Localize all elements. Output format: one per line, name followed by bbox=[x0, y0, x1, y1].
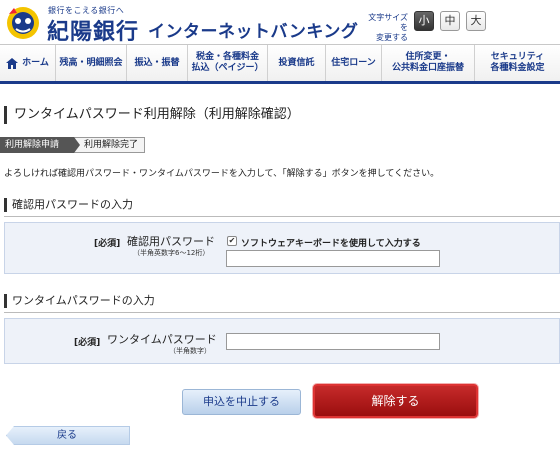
nav-item-housing-loan-label: 住宅ローン bbox=[331, 57, 376, 68]
nav-item-pay-easy-label2: 払込（ペイジー） bbox=[191, 63, 264, 73]
release-button[interactable]: 解除する bbox=[313, 384, 478, 418]
nav-item-balance[interactable]: 残高・明細照会 bbox=[56, 45, 127, 81]
fontsize-large-button[interactable]: 大 bbox=[466, 11, 486, 31]
page-title: ワンタイムパスワード利用解除（利用解除確認） bbox=[4, 106, 300, 124]
confirm-password-input[interactable] bbox=[226, 250, 440, 267]
required-badge: [必須] bbox=[94, 239, 121, 249]
otp-section-title: ワンタイムパスワードの入力 bbox=[4, 294, 155, 308]
nav-item-investment-trust[interactable]: 投資信託 bbox=[268, 45, 326, 81]
confirm-password-section-title: 確認用パスワードの入力 bbox=[4, 198, 133, 212]
nav-item-security-label2: 各種料金設定 bbox=[490, 63, 545, 73]
instruction-text: よろしければ確認用パスワード・ワンタイムパスワードを入力して、「解除する」ボタン… bbox=[4, 169, 440, 179]
step-complete: 利用解除完了 bbox=[74, 137, 146, 153]
fontsize-label-line1: 文字サイズを bbox=[368, 13, 408, 32]
otp-hint: （半角数字） bbox=[169, 347, 211, 355]
nav-item-security[interactable]: セキュリティ 各種料金設定 bbox=[475, 45, 560, 81]
nav-item-pay-easy[interactable]: 税金・各種料金 払込（ペイジー） bbox=[188, 45, 268, 81]
service-name: インターネットバンキング bbox=[148, 22, 359, 42]
software-keyboard-label[interactable]: ソフトウェアキーボードを使用して入力する bbox=[241, 236, 421, 249]
nav-item-investment-trust-label: 投資信託 bbox=[278, 57, 315, 68]
fontsize-small-button[interactable]: 小 bbox=[414, 11, 434, 31]
nav-item-pay-easy-label1: 税金・各種料金 bbox=[195, 52, 259, 62]
step-application: 利用解除申請 bbox=[0, 137, 80, 153]
nav-item-security-label1: セキュリティ bbox=[490, 52, 545, 62]
nav-item-balance-label: 残高・明細照会 bbox=[59, 57, 123, 68]
main-nav: ホーム 残高・明細照会 振込・振替 税金・各種料金 払込（ペイジー） 投資信託 … bbox=[0, 44, 560, 84]
confirm-password-hint: （半角英数字6〜12桁） bbox=[133, 249, 210, 257]
home-icon bbox=[6, 57, 19, 69]
confirm-password-label: 確認用パスワード bbox=[127, 235, 215, 248]
cancel-application-button[interactable]: 申込を中止する bbox=[182, 389, 301, 415]
otp-label: ワンタイムパスワード bbox=[107, 333, 217, 346]
nav-item-address-change-label2: 公共料金口座振替 bbox=[391, 63, 464, 73]
software-keyboard-checkbox[interactable]: ✔ bbox=[227, 236, 237, 246]
nav-item-housing-loan[interactable]: 住宅ローン bbox=[326, 45, 382, 81]
bank-name[interactable]: 紀陽銀行 bbox=[47, 14, 139, 46]
nav-item-address-change[interactable]: 住所変更・ 公共料金口座振替 bbox=[382, 45, 475, 81]
nav-item-transfer[interactable]: 振込・振替 bbox=[127, 45, 188, 81]
fontsize-label: 文字サイズを 変更する bbox=[362, 13, 408, 43]
back-button[interactable]: 戻る bbox=[6, 426, 130, 445]
fontsize-medium-button[interactable]: 中 bbox=[440, 11, 460, 31]
bank-logo-icon[interactable] bbox=[5, 4, 43, 40]
nav-item-transfer-label: 振込・振替 bbox=[134, 57, 180, 68]
nav-item-home[interactable]: ホーム bbox=[0, 45, 56, 81]
fontsize-label-line2: 変更する bbox=[376, 33, 408, 42]
progress-steps: 利用解除申請 利用解除完了 bbox=[0, 137, 146, 153]
nav-item-home-label: ホーム bbox=[22, 57, 49, 68]
section-divider bbox=[4, 216, 560, 217]
required-badge: [必須] bbox=[74, 338, 101, 348]
otp-input[interactable] bbox=[226, 333, 440, 350]
section-divider bbox=[4, 312, 560, 313]
nav-item-address-change-label1: 住所変更・ bbox=[405, 52, 451, 62]
site-header: 銀行をこえる銀行へ 紀陽銀行 インターネットバンキング 文字サイズを 変更する … bbox=[0, 0, 560, 46]
